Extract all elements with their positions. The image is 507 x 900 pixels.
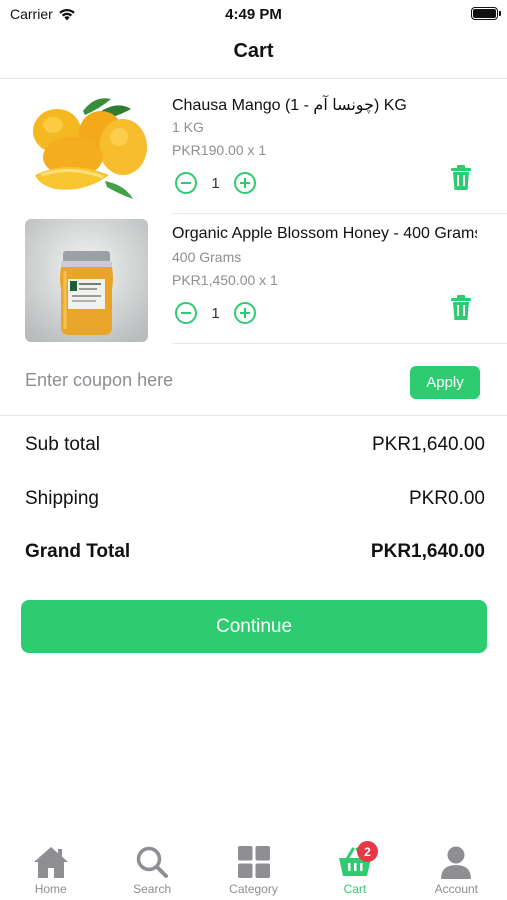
item-variant: 1 KG — [172, 119, 204, 135]
coupon-divider — [0, 415, 507, 416]
trash-icon[interactable] — [450, 165, 472, 191]
increase-quantity-button[interactable] — [234, 302, 256, 324]
coupon-row: Apply — [0, 352, 507, 416]
item-name: Chausa Mango (1 - چونسا آم) KG — [172, 97, 407, 114]
header-divider — [0, 78, 507, 79]
honey-jar-image — [25, 219, 148, 342]
grand-total-row: Grand Total PKR1,640.00 — [25, 541, 485, 563]
page-title: Cart — [233, 40, 274, 62]
clock: 4:49 PM — [225, 6, 282, 23]
decrease-quantity-button[interactable] — [175, 172, 197, 194]
tab-search[interactable]: Search — [101, 838, 202, 900]
item-variant: 400 Grams — [172, 249, 242, 265]
subtotal-value: PKR1,640.00 — [371, 434, 485, 455]
search-icon — [136, 846, 169, 878]
tab-label: Search — [133, 882, 172, 896]
tab-label: Cart — [343, 882, 367, 896]
decrease-quantity-button[interactable] — [175, 302, 197, 324]
home-icon — [33, 847, 68, 878]
battery-icon — [471, 7, 501, 20]
cart-item: Organic Apple Blossom Honey - 400 Grams … — [0, 210, 507, 344]
grand-total-value: PKR1,640.00 — [370, 541, 485, 562]
quantity-value: 1 — [211, 174, 220, 192]
subtotal-label: Sub total — [25, 434, 100, 455]
status-bar: Carrier 4:49 PM — [0, 0, 507, 28]
continue-button[interactable]: Continue — [21, 600, 487, 653]
tab-account[interactable]: Account — [406, 838, 507, 900]
quantity-value: 1 — [211, 304, 220, 322]
quantity-stepper: 1 — [175, 172, 256, 194]
mango-image — [25, 89, 148, 212]
shipping-label: Shipping — [25, 488, 99, 509]
trash-icon[interactable] — [450, 295, 472, 321]
cart-count-badge: 2 — [356, 841, 378, 862]
tab-label: Account — [434, 882, 478, 896]
item-price: PKR1,450.00 x 1 — [172, 272, 278, 288]
shipping-value: PKR0.00 — [408, 488, 485, 509]
quantity-stepper: 1 — [175, 302, 256, 324]
apply-coupon-button[interactable]: Apply — [410, 366, 480, 399]
grand-total-label: Grand Total — [25, 541, 131, 562]
item-name: Organic Apple Blossom Honey - 400 Grams — [172, 225, 477, 242]
tab-home[interactable]: Home — [0, 838, 101, 900]
item-divider — [172, 343, 507, 344]
subtotal-row: Sub total PKR1,640.00 — [25, 434, 485, 456]
item-price: PKR190.00 x 1 — [172, 142, 267, 158]
grid-icon — [237, 846, 270, 878]
shipping-row: Shipping PKR0.00 — [25, 488, 485, 510]
tab-category[interactable]: Category — [203, 838, 304, 900]
user-icon — [441, 846, 472, 879]
cart-item: Chausa Mango (1 - چونسا آم) KG 1 KG PKR1… — [0, 80, 507, 214]
tab-cart[interactable]: 2 Cart — [304, 838, 405, 900]
coupon-input[interactable] — [25, 365, 385, 395]
increase-quantity-button[interactable] — [234, 172, 256, 194]
tab-label: Category — [229, 882, 278, 896]
tab-bar: Home Search Category 2 Cart Account — [0, 838, 507, 900]
tab-label: Home — [34, 882, 67, 896]
